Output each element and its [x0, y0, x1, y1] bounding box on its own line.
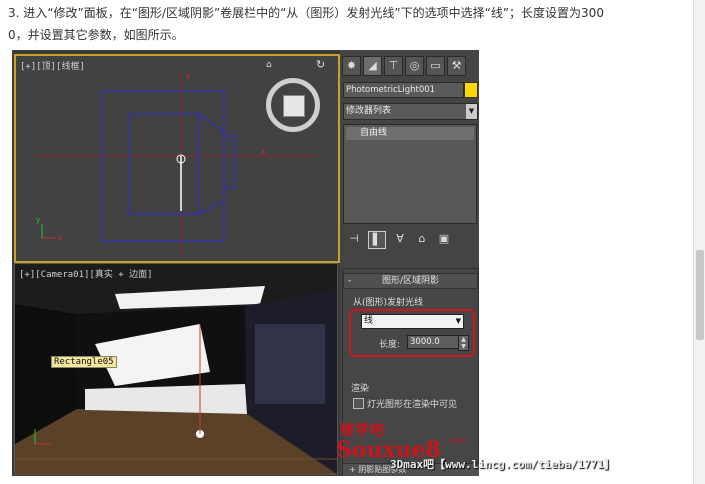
- modifier-list-label: 修改器列表: [346, 106, 392, 116]
- modifier-list-dropdown[interactable]: 修改器列表 ▼: [343, 103, 478, 120]
- length-label: 长度:: [379, 340, 401, 350]
- rotate-icon[interactable]: ↻: [316, 58, 325, 71]
- command-panel-tabs: ✸ ◢ ⊤ ◎ ▭ ⚒: [342, 56, 466, 76]
- create-icon[interactable]: ✸: [342, 56, 361, 76]
- collapse-icon[interactable]: -: [348, 274, 351, 288]
- scrollbar-thumb[interactable]: [696, 250, 704, 340]
- instruction-caption: 3. 进入“修改”面板，在“图形/区域阴影”卷展栏中的“从（图形）发射光线”下的…: [8, 2, 698, 46]
- svg-text:x: x: [58, 234, 62, 242]
- camera-viewport-label[interactable]: [+][Camera01][真实 + 边面]: [19, 267, 153, 280]
- length-spinner[interactable]: ▲ ▼: [458, 335, 469, 351]
- object-name-field[interactable]: PhotometricLight001: [343, 82, 464, 98]
- show-end-result-icon[interactable]: ▌: [368, 231, 386, 249]
- stack-item[interactable]: 自由线: [346, 127, 474, 140]
- watermark-com: .com: [446, 436, 466, 445]
- top-viewport[interactable]: [+][顶][线框] y x y x ⌂ ↻: [14, 54, 340, 263]
- motion-icon[interactable]: ◎: [405, 56, 424, 76]
- modify-icon[interactable]: ◢: [363, 56, 382, 76]
- pin-stack-icon[interactable]: ⊣: [346, 231, 362, 247]
- svg-text:y: y: [36, 216, 40, 224]
- chevron-down-icon[interactable]: ▼: [456, 315, 461, 328]
- caption-line-1: 3. 进入“修改”面板，在“图形/区域阴影”卷展栏中的“从（图形）发射光线”下的…: [8, 6, 604, 20]
- chevron-down-icon[interactable]: ▼: [466, 104, 477, 119]
- svg-text:x: x: [261, 147, 266, 156]
- page-scrollbar[interactable]: [693, 0, 705, 484]
- display-icon[interactable]: ▭: [426, 56, 445, 76]
- object-color-swatch[interactable]: [464, 82, 478, 98]
- camera-viewport[interactable]: [+][Camera01][真实 + 边面] Rectangle05: [14, 263, 338, 475]
- render-group-label: 渲染: [351, 384, 370, 394]
- modifier-stack[interactable]: 自由线: [343, 124, 477, 224]
- command-panel: ✸ ◢ ⊤ ◎ ▭ ⚒ PhotometricLight001 修改器列表 ▼ …: [340, 50, 479, 476]
- viewcube-face[interactable]: [283, 95, 305, 117]
- light-shape-visible-label: 灯光图形在渲染中可见: [367, 400, 458, 410]
- expand-icon[interactable]: +: [349, 465, 356, 474]
- make-unique-icon[interactable]: ∀: [392, 231, 408, 247]
- svg-text:y: y: [186, 71, 191, 80]
- shape-type-dropdown[interactable]: 线 ▼: [361, 314, 464, 329]
- length-input[interactable]: 3000.0: [407, 335, 461, 349]
- rollout-title: 图形/区域阴影: [381, 276, 440, 286]
- caption-line-2: 0，并设置其它参数，如图所示。: [8, 28, 184, 42]
- watermark-url: 3Dmax吧【www.lincg.com/tieba/1771】: [390, 458, 616, 471]
- object-tooltip: Rectangle05: [51, 356, 117, 368]
- viewcube[interactable]: [266, 78, 320, 132]
- home-icon[interactable]: ⌂: [266, 60, 272, 70]
- shape-type-value: 线: [364, 316, 374, 326]
- emit-group-label: 从(图形)发射光线: [351, 295, 426, 308]
- stack-toolbar: ⊣ ▌ ∀ ⌂ ▣: [346, 231, 452, 249]
- hierarchy-icon[interactable]: ⊤: [384, 56, 403, 76]
- configure-sets-icon[interactable]: ▣: [436, 231, 452, 247]
- remove-modifier-icon[interactable]: ⌂: [414, 231, 430, 247]
- utilities-icon[interactable]: ⚒: [447, 56, 466, 76]
- rollout-header[interactable]: - 图形/区域阴影: [343, 273, 478, 289]
- max-screenshot: [+][顶][线框] y x y x ⌂ ↻ [+][Camera01][真实 …: [12, 50, 479, 476]
- light-shape-visible-checkbox[interactable]: [353, 398, 364, 409]
- camera-viewport-scene: [15, 264, 337, 474]
